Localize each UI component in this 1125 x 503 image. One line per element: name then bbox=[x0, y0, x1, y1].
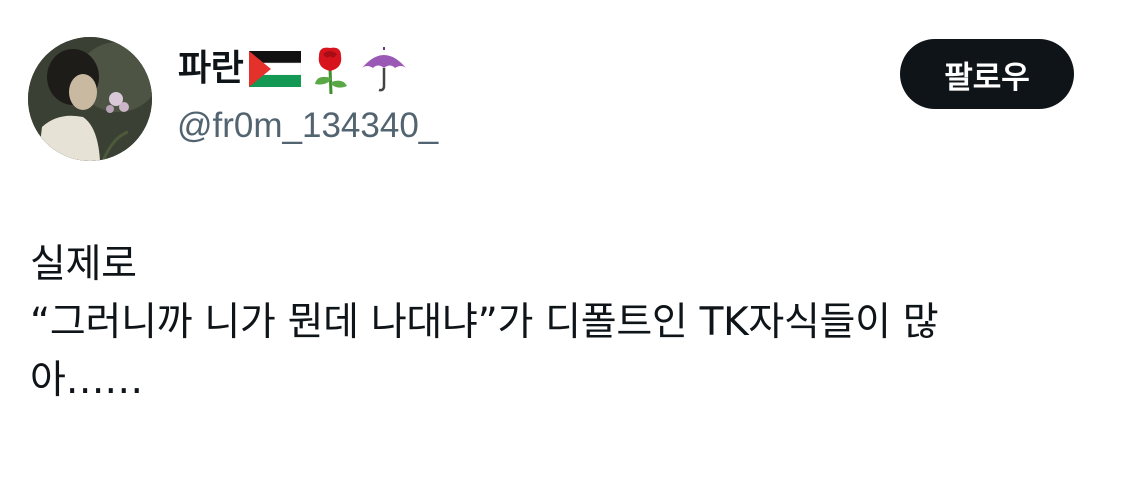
author-name-row: 파란 bbox=[178, 44, 409, 94]
follow-button[interactable]: 팔로우 bbox=[900, 39, 1074, 109]
tweet-line: 아…… bbox=[30, 358, 143, 403]
tweet-line: “그러니까 니가 뭔데 나대냐”가 디폴트인 TK자식들이 많 bbox=[30, 300, 939, 345]
avatar[interactable] bbox=[28, 37, 152, 161]
umbrella-icon bbox=[359, 44, 409, 94]
tweet-line: 실제로 bbox=[30, 242, 137, 287]
display-name[interactable]: 파란 bbox=[178, 44, 244, 94]
tweet-text: 실제로 “그러니까 니가 뭔데 나대냐”가 디폴트인 TK자식들이 많 아…… bbox=[30, 236, 1100, 410]
avatar-image bbox=[28, 37, 152, 161]
author-handle[interactable]: @fr0m_134340_ bbox=[177, 103, 438, 149]
palestine-flag-icon bbox=[249, 44, 302, 94]
rose-icon bbox=[307, 44, 353, 94]
